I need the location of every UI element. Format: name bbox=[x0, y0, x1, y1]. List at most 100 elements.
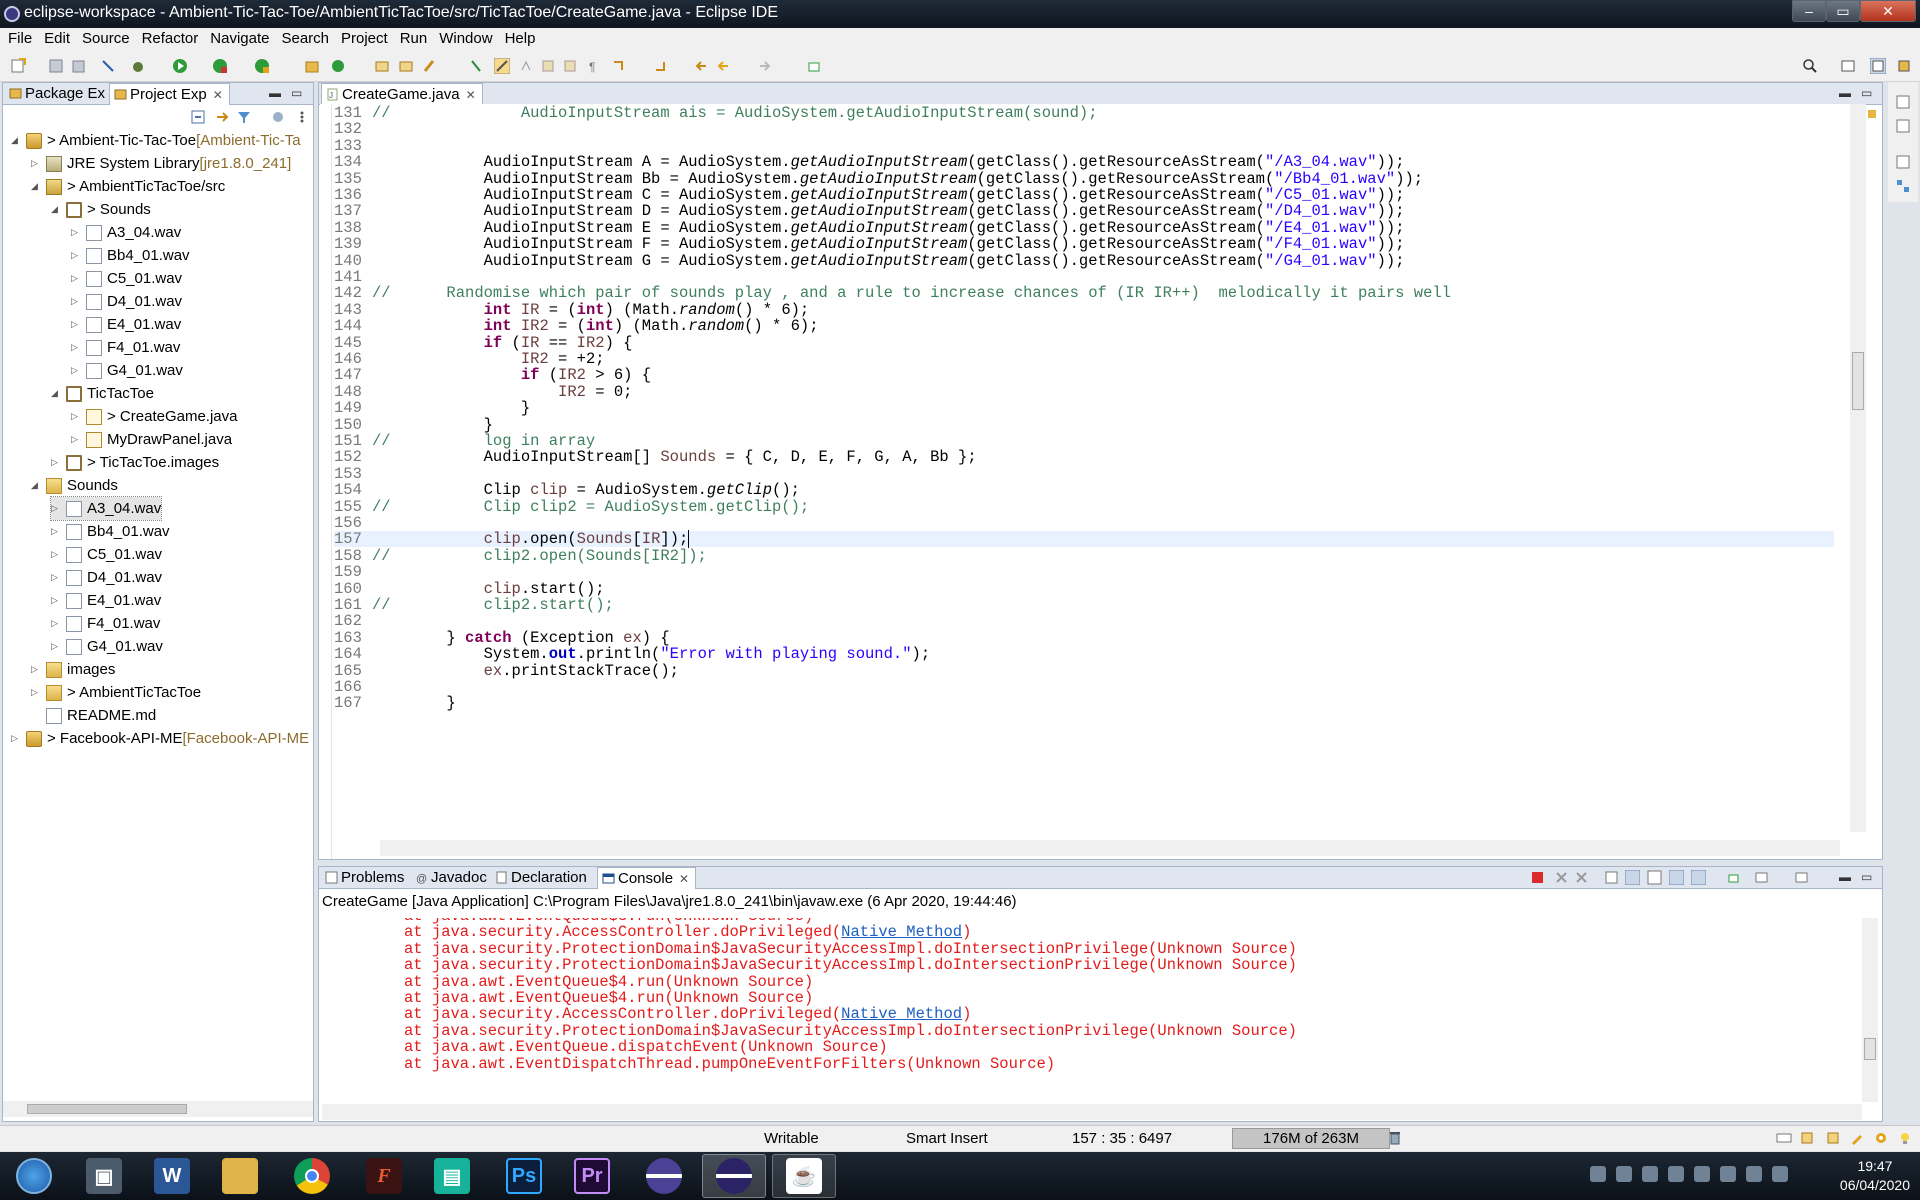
outline-view-icon[interactable] bbox=[1895, 94, 1911, 110]
console-line[interactable]: at java.awt.EventQueue.dispatchEvent(Unk… bbox=[404, 1039, 888, 1055]
last-edit-location-icon[interactable] bbox=[694, 58, 710, 74]
code-line[interactable]: 140 AudioInputStream G = AudioSystem.get… bbox=[334, 253, 1405, 269]
tree-item[interactable]: ▷ > Facebook-API-ME [Facebook-API-ME bbox=[11, 727, 309, 750]
console-line[interactable]: at java.security.ProtectionDomain$JavaSe… bbox=[404, 1023, 1297, 1039]
code-line[interactable]: 164 System.out.println("Error with playi… bbox=[334, 646, 930, 662]
code-line[interactable]: 158 // clip2.open(Sounds[IR2]); bbox=[334, 548, 707, 564]
console-line[interactable]: at java.security.ProtectionDomain$JavaSe… bbox=[404, 941, 1297, 957]
tray-app-icon[interactable] bbox=[1720, 1166, 1736, 1182]
tab-problems[interactable]: Problems bbox=[321, 867, 410, 889]
code-line[interactable]: 136 AudioInputStream C = AudioSystem.get… bbox=[334, 187, 1405, 203]
menu-help[interactable]: Help bbox=[501, 28, 544, 52]
tab-project-explorer[interactable]: Project Exp ✕ bbox=[109, 83, 230, 105]
menu-project[interactable]: Project bbox=[337, 28, 396, 52]
editor-vscrollbar[interactable] bbox=[1850, 104, 1866, 832]
taskbar-eclipse-active-icon[interactable] bbox=[702, 1154, 766, 1198]
new-package-icon[interactable] bbox=[330, 58, 346, 74]
collapse-arrow-icon[interactable]: ◢ bbox=[51, 388, 63, 399]
tree-item[interactable]: ▷ C5_01.wav bbox=[51, 543, 162, 566]
close-tab-icon[interactable]: ✕ bbox=[679, 872, 689, 886]
collapse-arrow-icon[interactable]: ◢ bbox=[11, 135, 23, 146]
code-line[interactable]: 145 if (IR == IR2) { bbox=[334, 335, 632, 351]
code-line[interactable]: 161 // clip2.start(); bbox=[334, 597, 614, 613]
collapse-arrow-icon[interactable]: ◢ bbox=[31, 181, 43, 192]
tree-item[interactable]: ▷ G4_01.wav bbox=[71, 359, 183, 382]
maximize-button[interactable]: ▭ bbox=[1826, 0, 1860, 22]
code-line[interactable]: 167 } bbox=[334, 695, 456, 711]
taskbar-clock[interactable]: 19:47 06/04/2020 bbox=[1840, 1157, 1910, 1195]
open-console-icon[interactable] bbox=[1795, 871, 1808, 884]
clear-console-icon[interactable] bbox=[1605, 871, 1618, 884]
remove-launch-icon[interactable] bbox=[1555, 871, 1568, 884]
block-selection-icon[interactable] bbox=[518, 58, 534, 74]
menu-source[interactable]: Source bbox=[78, 28, 138, 52]
new-class-icon[interactable] bbox=[374, 58, 390, 74]
code-line[interactable]: 166 bbox=[334, 679, 372, 695]
task-list-icon[interactable] bbox=[1895, 118, 1911, 134]
code-line[interactable]: 134 AudioInputStream A = AudioSystem.get… bbox=[334, 154, 1405, 170]
tree-item[interactable]: ◢ TicTacToe bbox=[51, 382, 154, 405]
code-line[interactable]: 151 // log in array bbox=[334, 433, 595, 449]
console-output[interactable]: at java.awt.EventQueue$3.run(Unknown Sou… bbox=[320, 918, 1865, 1102]
console-vscrollbar[interactable] bbox=[1862, 918, 1878, 1102]
save-icon[interactable] bbox=[48, 58, 64, 74]
heap-status[interactable]: 176M of 263M bbox=[1232, 1128, 1390, 1149]
expand-arrow-icon[interactable]: ▷ bbox=[51, 526, 63, 537]
pin-editor-icon[interactable] bbox=[806, 58, 822, 74]
show-whitespace-icon[interactable] bbox=[540, 58, 556, 74]
console-scroll-thumb[interactable] bbox=[1864, 1038, 1876, 1060]
collapse-arrow-icon[interactable]: ◢ bbox=[51, 204, 63, 215]
tray-app-icon[interactable] bbox=[1616, 1166, 1632, 1182]
tree-item[interactable]: ◢ > Ambient-Tic-Tac-Toe [Ambient-Tic-Ta bbox=[11, 129, 301, 152]
maximize-view-icon[interactable]: ▭ bbox=[1861, 86, 1872, 100]
new-icon[interactable] bbox=[10, 58, 26, 74]
expand-arrow-icon[interactable]: ▷ bbox=[71, 227, 83, 238]
code-line[interactable]: 150 } bbox=[334, 417, 493, 433]
tasks-icon[interactable] bbox=[1826, 1131, 1840, 1145]
menu-navigate[interactable]: Navigate bbox=[206, 28, 277, 52]
tab-console[interactable]: Console ✕ bbox=[597, 867, 697, 889]
toggle-mark-occurrences-icon[interactable] bbox=[468, 58, 484, 74]
expand-arrow-icon[interactable]: ▷ bbox=[71, 342, 83, 353]
code-line[interactable]: 153 bbox=[334, 466, 372, 482]
code-line[interactable]: 146 IR2 = +2; bbox=[334, 351, 605, 367]
overview-ruler-warning[interactable] bbox=[1868, 110, 1876, 118]
expand-arrow-icon[interactable]: ▷ bbox=[71, 296, 83, 307]
menu-edit[interactable]: Edit bbox=[40, 28, 78, 52]
code-line[interactable]: 141 bbox=[334, 269, 372, 285]
tree-item[interactable]: ▷ JRE System Library [jre1.8.0_241] bbox=[31, 152, 291, 175]
pin-console-icon[interactable] bbox=[1727, 871, 1740, 884]
tree-item[interactable]: ▷ C5_01.wav bbox=[71, 267, 182, 290]
native-method-link[interactable]: Native Method bbox=[841, 1005, 962, 1023]
console-line[interactable]: at java.security.AccessController.doPriv… bbox=[404, 924, 971, 940]
code-line[interactable]: 157 clip.open(Sounds[IR]); bbox=[334, 530, 1834, 549]
code-line[interactable]: 154 Clip clip = AudioSystem.getClip(); bbox=[334, 482, 800, 498]
garbage-collect-icon[interactable] bbox=[1388, 1130, 1402, 1146]
tree-item[interactable]: ▷ G4_01.wav bbox=[51, 635, 163, 658]
tree-item[interactable]: ▷ Bb4_01.wav bbox=[51, 520, 170, 543]
taskbar-flash-icon[interactable]: F bbox=[352, 1154, 416, 1198]
close-button[interactable]: ✕ bbox=[1860, 0, 1916, 22]
skip-breakpoints-icon[interactable] bbox=[100, 58, 116, 74]
tab-javadoc[interactable]: @ Javadoc bbox=[411, 867, 493, 889]
expand-arrow-icon[interactable]: ▷ bbox=[51, 641, 63, 652]
close-tab-icon[interactable]: ✕ bbox=[213, 88, 223, 102]
expand-arrow-icon[interactable]: ▷ bbox=[51, 503, 63, 514]
forward-icon[interactable] bbox=[756, 58, 772, 74]
debug-perspective-icon[interactable] bbox=[1896, 58, 1912, 74]
explorer-hscrollbar[interactable] bbox=[3, 1101, 313, 1117]
tree-item[interactable]: ▷ Bb4_01.wav bbox=[71, 244, 190, 267]
scroll-lock-icon[interactable] bbox=[1625, 870, 1640, 885]
code-line[interactable]: 138 AudioInputStream E = AudioSystem.get… bbox=[334, 220, 1405, 236]
code-line[interactable]: 152 AudioInputStream[] Sounds = { C, D, … bbox=[334, 449, 977, 465]
debug-icon[interactable] bbox=[130, 58, 146, 74]
expand-arrow-icon[interactable]: ▷ bbox=[31, 158, 43, 169]
open-type-icon[interactable] bbox=[398, 58, 414, 74]
expand-arrow-icon[interactable]: ▷ bbox=[71, 365, 83, 376]
menu-refactor[interactable]: Refactor bbox=[138, 28, 207, 52]
expand-arrow-icon[interactable]: ▷ bbox=[51, 618, 63, 629]
open-perspective-icon[interactable] bbox=[1840, 58, 1856, 74]
tree-item[interactable]: ▷ > CreateGame.java bbox=[71, 405, 237, 428]
volume-icon[interactable] bbox=[1772, 1166, 1788, 1182]
explorer-scroll-thumb[interactable] bbox=[27, 1104, 187, 1114]
